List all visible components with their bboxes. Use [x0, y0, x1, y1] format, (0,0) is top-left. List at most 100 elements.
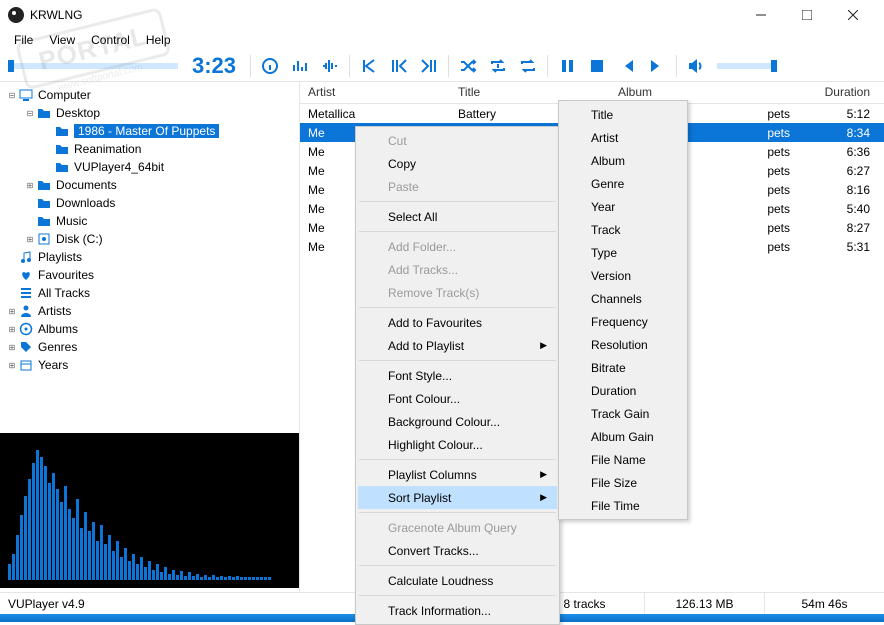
tree-item[interactable]: VUPlayer4_64bit [0, 158, 299, 176]
col-duration[interactable]: Duration [794, 82, 884, 103]
menu-control[interactable]: Control [83, 31, 138, 49]
tree-item[interactable]: ⊞Years [0, 356, 299, 374]
stop-icon[interactable] [584, 53, 610, 79]
menu-item[interactable]: Font Style... [358, 364, 557, 387]
menu-item[interactable]: Bitrate [561, 356, 685, 379]
tree-item[interactable]: 1986 - Master Of Puppets [0, 122, 299, 140]
menu-item[interactable]: Genre [561, 172, 685, 195]
shuffle-icon[interactable] [455, 53, 481, 79]
menu-item[interactable]: File Name [561, 448, 685, 471]
menu-item[interactable]: Artist [561, 126, 685, 149]
menu-item[interactable]: Add to Playlist▶ [358, 334, 557, 357]
heart-icon [18, 268, 34, 282]
next-section-icon[interactable] [416, 53, 442, 79]
eq-bars-icon[interactable] [287, 53, 313, 79]
menu-item[interactable]: Album [561, 149, 685, 172]
tree-label: Favourites [38, 268, 94, 282]
tree-item[interactable]: Reanimation [0, 140, 299, 158]
menu-item[interactable]: Calculate Loudness [358, 569, 557, 592]
menu-item[interactable]: Resolution [561, 333, 685, 356]
tree-item[interactable]: Downloads [0, 194, 299, 212]
menu-item[interactable]: Album Gain [561, 425, 685, 448]
menu-item[interactable]: Track [561, 218, 685, 241]
menu-view[interactable]: View [41, 31, 83, 49]
tree-item[interactable]: Music [0, 212, 299, 230]
tree-item[interactable]: ⊞Albums [0, 320, 299, 338]
context-menu[interactable]: CutCopyPasteSelect AllAdd Folder...Add T… [355, 126, 560, 625]
menu-help[interactable]: Help [138, 31, 179, 49]
seek-slider[interactable] [8, 63, 178, 69]
menu-item[interactable]: Convert Tracks... [358, 539, 557, 562]
menu-item[interactable]: Font Colour... [358, 387, 557, 410]
tree-expander-icon[interactable]: ⊞ [6, 307, 18, 316]
time-display: 3:23 [192, 53, 236, 79]
menu-item[interactable]: Sort Playlist▶ [358, 486, 557, 509]
app-icon [8, 7, 24, 23]
menu-item[interactable]: Channels [561, 287, 685, 310]
tree-expander-icon[interactable]: ⊟ [24, 109, 36, 118]
maximize-button[interactable] [784, 0, 830, 30]
tree-label: Playlists [38, 250, 82, 264]
minimize-button[interactable] [738, 0, 784, 30]
menu-item[interactable]: Background Colour... [358, 410, 557, 433]
tree-item[interactable]: ⊞Artists [0, 302, 299, 320]
tree-item[interactable]: All Tracks [0, 284, 299, 302]
menu-item[interactable]: Copy [358, 152, 557, 175]
menu-file[interactable]: File [6, 31, 41, 49]
info-icon[interactable] [257, 53, 283, 79]
tree-item[interactable]: Favourites [0, 266, 299, 284]
menu-item: Remove Track(s) [358, 281, 557, 304]
visualizer [0, 433, 299, 588]
cell-duration: 8:27 [794, 221, 884, 235]
menu-item[interactable]: Add to Favourites [358, 311, 557, 334]
tree-item[interactable]: ⊟Desktop [0, 104, 299, 122]
sort-submenu[interactable]: TitleArtistAlbumGenreYearTrackTypeVersio… [558, 100, 688, 520]
tree-expander-icon[interactable]: ⊞ [24, 181, 36, 190]
tree-item[interactable]: Playlists [0, 248, 299, 266]
tree-expander-icon[interactable]: ⊞ [24, 235, 36, 244]
col-artist[interactable]: Artist [300, 82, 450, 103]
close-button[interactable] [830, 0, 876, 30]
status-size: 126.13 MB [644, 593, 764, 614]
tag-icon [18, 340, 34, 354]
menu-item[interactable]: Track Gain [561, 402, 685, 425]
menu-item[interactable]: Version [561, 264, 685, 287]
repeat-icon[interactable] [515, 53, 541, 79]
tree-item[interactable]: ⊞Disk (C:) [0, 230, 299, 248]
menu-item[interactable]: Select All [358, 205, 557, 228]
menu-item[interactable]: Frequency [561, 310, 685, 333]
prev-section-icon[interactable] [386, 53, 412, 79]
menu-item[interactable]: Playlist Columns▶ [358, 463, 557, 486]
pause-icon[interactable] [554, 53, 580, 79]
menu-item[interactable]: File Time [561, 494, 685, 517]
menubar: File View Control Help [0, 30, 884, 50]
menu-item[interactable]: File Size [561, 471, 685, 494]
tree-label: Computer [38, 88, 91, 102]
prev-track-icon[interactable] [614, 53, 640, 79]
tree-expander-icon[interactable]: ⊞ [6, 361, 18, 370]
menu-item[interactable]: Duration [561, 379, 685, 402]
folder-icon [36, 214, 52, 228]
skip-back-icon[interactable] [356, 53, 382, 79]
volume-slider[interactable] [717, 63, 777, 69]
menu-item[interactable]: Type [561, 241, 685, 264]
tree-item[interactable]: ⊞Documents [0, 176, 299, 194]
waveform-icon[interactable] [317, 53, 343, 79]
tree-expander-icon[interactable]: ⊞ [6, 343, 18, 352]
cell-duration: 8:16 [794, 183, 884, 197]
next-track-icon[interactable] [644, 53, 670, 79]
submenu-arrow-icon: ▶ [540, 492, 547, 503]
tree-label: Genres [38, 340, 77, 354]
menu-item: Gracenote Album Query [358, 516, 557, 539]
volume-icon[interactable] [683, 53, 709, 79]
tree-expander-icon[interactable]: ⊞ [6, 325, 18, 334]
cell-duration: 6:36 [794, 145, 884, 159]
menu-item[interactable]: Track Information... [358, 599, 557, 622]
repeat-one-icon[interactable] [485, 53, 511, 79]
tree-item[interactable]: ⊟ Computer [0, 86, 299, 104]
menu-item[interactable]: Year [561, 195, 685, 218]
menu-item[interactable]: Highlight Colour... [358, 433, 557, 456]
tree-expander-icon[interactable]: ⊟ [6, 91, 18, 100]
tree-item[interactable]: ⊞ Genres [0, 338, 299, 356]
menu-item[interactable]: Title [561, 103, 685, 126]
